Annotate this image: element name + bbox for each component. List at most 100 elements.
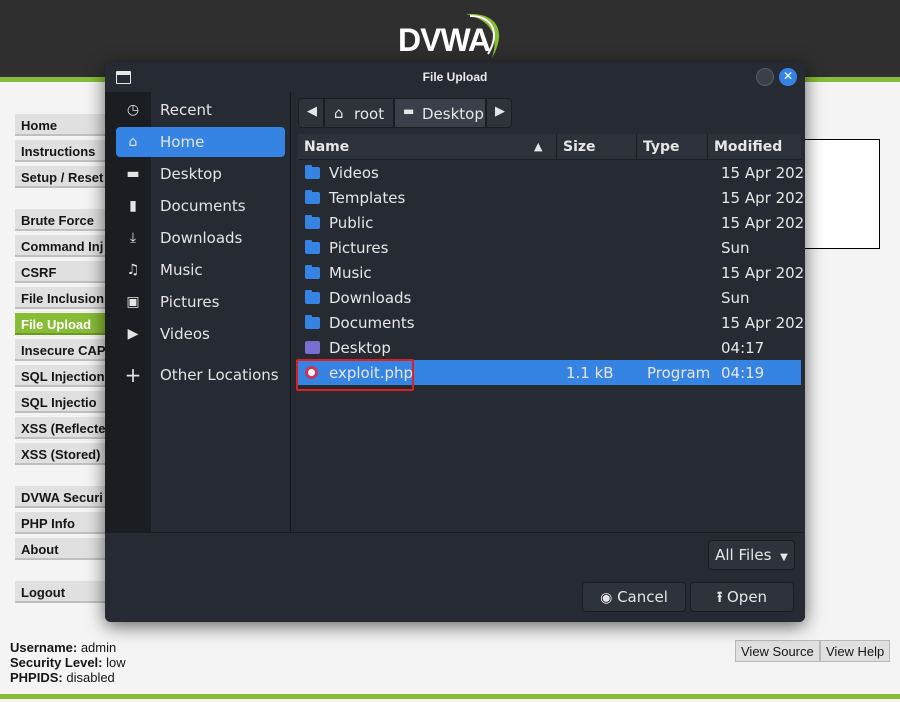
plus-icon: + — [124, 363, 142, 387]
column-header-name[interactable]: Name ▲ — [298, 134, 557, 160]
cancel-button[interactable]: ◉ Cancel — [582, 582, 686, 612]
places-sidebar: ◷ Recent ⌂ Home ▬ Desktop ▮ Documents ⤓ … — [105, 92, 291, 532]
sidebar-item-label: Recent — [160, 101, 212, 119]
file-row[interactable]: Desktop 04:17 — [298, 335, 801, 360]
file-filter-dropdown[interactable]: All Files ▼ — [708, 540, 795, 570]
file-upload-dialog: File Upload ✕ ◷ Recent ⌂ Home ▬ Desktop … — [105, 62, 805, 622]
file-modified: Sun — [721, 239, 750, 257]
security-level-label: Security Level: — [10, 655, 103, 670]
file-row[interactable]: Music 15 Apr 2022 — [298, 260, 805, 285]
home-icon: ⌂ — [128, 134, 138, 150]
dvwa-logo: DVWA — [396, 8, 506, 68]
column-header-size[interactable]: Size — [557, 134, 637, 160]
path-segment-desktop[interactable]: ▬ Desktop — [394, 98, 486, 128]
minimize-button[interactable] — [756, 68, 774, 86]
menu-item-insecure-captcha[interactable]: Insecure CAP — [15, 339, 107, 361]
menu-item-brute-force[interactable]: Brute Force — [15, 209, 107, 231]
sidebar-item-documents[interactable]: ▮ Documents — [116, 191, 285, 221]
clock-icon: ◷ — [126, 102, 140, 118]
download-icon: ⤓ — [129, 230, 137, 246]
sidebar-item-pictures[interactable]: ▣ Pictures — [116, 287, 285, 317]
file-row[interactable]: Documents 15 Apr 2022 — [298, 310, 805, 335]
dialog-titlebar[interactable]: File Upload ✕ — [105, 62, 805, 92]
menu-item-command-injection[interactable]: Command Inj — [15, 235, 107, 257]
open-button[interactable]: ⭱ Open — [690, 582, 794, 612]
chevron-right-icon: ▶ — [495, 104, 505, 119]
menu-item-xss-reflected[interactable]: XSS (Reflecte — [15, 417, 107, 439]
path-back-button[interactable]: ◀ — [298, 98, 324, 128]
phpids-label: PHPIDS: — [10, 670, 63, 685]
folder-icon — [305, 165, 320, 179]
column-header-type[interactable]: Type — [637, 134, 708, 160]
file-modified: 15 Apr 2022 — [721, 264, 805, 282]
file-modified: 04:19 — [721, 364, 765, 382]
file-modified: 04:17 — [721, 339, 765, 357]
file-name: Public — [329, 214, 374, 232]
menu-item-php-info[interactable]: PHP Info — [15, 512, 107, 534]
column-header-label: Name — [304, 139, 350, 155]
menu-item-file-upload[interactable]: File Upload — [15, 313, 107, 335]
document-icon: ▮ — [129, 198, 137, 214]
sidebar-item-downloads[interactable]: ⤓ Downloads — [116, 223, 285, 253]
sidebar-item-other-locations[interactable]: + Other Locations — [116, 360, 285, 390]
path-segment-root[interactable]: ⌂ root — [324, 98, 394, 128]
column-header-label: Type — [643, 139, 680, 155]
upload-icon: ⭱ — [716, 588, 723, 606]
file-modified: 15 Apr 2022 — [721, 189, 805, 207]
column-header-modified[interactable]: Modified — [708, 134, 801, 160]
cancel-label: Cancel — [617, 588, 668, 606]
file-size: 1.1 kB — [566, 364, 614, 382]
annotation-highlight-box — [296, 359, 414, 391]
menu-item-csrf[interactable]: CSRF — [15, 261, 107, 283]
sidebar-item-videos[interactable]: ▶ Videos — [116, 319, 285, 349]
desktop-icon: ▬ — [403, 104, 415, 118]
file-row[interactable]: Templates 15 Apr 2022 — [298, 185, 805, 210]
menu-item-instructions[interactable]: Instructions — [15, 140, 107, 162]
list-header: Name ▲ Size Type Modified — [298, 134, 801, 160]
sort-ascending-icon: ▲ — [534, 140, 543, 153]
menu-item-dvwa-security[interactable]: DVWA Securi — [15, 486, 107, 508]
file-row[interactable]: Pictures Sun — [298, 235, 801, 260]
sidebar-item-recent[interactable]: ◷ Recent — [116, 95, 285, 125]
file-name: Templates — [329, 189, 406, 207]
logo-text: DVWA — [398, 22, 491, 58]
menu-item-setup-reset[interactable]: Setup / Reset — [15, 166, 107, 188]
file-name: Music — [329, 264, 372, 282]
sidebar-item-label: Videos — [160, 325, 210, 343]
menu-item-sql-injection[interactable]: SQL Injection — [15, 365, 107, 387]
file-row[interactable]: Downloads Sun — [298, 285, 801, 310]
desktop-folder-icon — [305, 341, 320, 354]
folder-icon — [305, 190, 320, 204]
content-box — [800, 139, 880, 249]
file-name: Videos — [329, 164, 379, 182]
sidebar-item-desktop[interactable]: ▬ Desktop — [116, 159, 285, 189]
path-forward-button[interactable]: ▶ — [486, 98, 512, 128]
column-header-label: Size — [563, 139, 596, 155]
close-button[interactable]: ✕ — [779, 68, 797, 86]
sidebar-item-home[interactable]: ⌂ Home — [116, 127, 285, 157]
view-help-button[interactable]: View Help — [820, 640, 891, 662]
file-modified: 15 Apr 2022 — [721, 214, 805, 232]
sidebar-item-label: Other Locations — [160, 366, 279, 384]
file-modified: 15 Apr 2022 — [721, 164, 805, 182]
menu-item-logout[interactable]: Logout — [15, 581, 107, 603]
menu-item-file-inclusion[interactable]: File Inclusion — [15, 287, 107, 309]
folder-icon — [305, 240, 320, 254]
music-icon: ♫ — [126, 262, 140, 278]
chevron-left-icon: ◀ — [307, 104, 317, 119]
menu-item-xss-stored[interactable]: XSS (Stored) — [15, 443, 107, 465]
view-source-button[interactable]: View Source — [735, 640, 820, 662]
menu-item-about[interactable]: About — [15, 538, 107, 560]
file-type: Program — [647, 364, 711, 382]
sidebar-item-label: Home — [160, 133, 205, 151]
dialog-footer: All Files ▼ ◉ Cancel ⭱ Open — [105, 532, 805, 622]
security-level-value: low — [106, 655, 126, 670]
file-row[interactable]: Videos 15 Apr 2022 — [298, 160, 805, 185]
file-row[interactable]: Public 15 Apr 2022 — [298, 210, 805, 235]
dialog-title: File Upload — [422, 70, 488, 84]
file-name: Pictures — [329, 239, 389, 257]
menu-item-sql-injection-blind[interactable]: SQL Injectio — [15, 391, 107, 413]
menu-item-home[interactable]: Home — [15, 114, 107, 136]
filter-label: All Files — [715, 546, 772, 564]
sidebar-item-music[interactable]: ♫ Music — [116, 255, 285, 285]
